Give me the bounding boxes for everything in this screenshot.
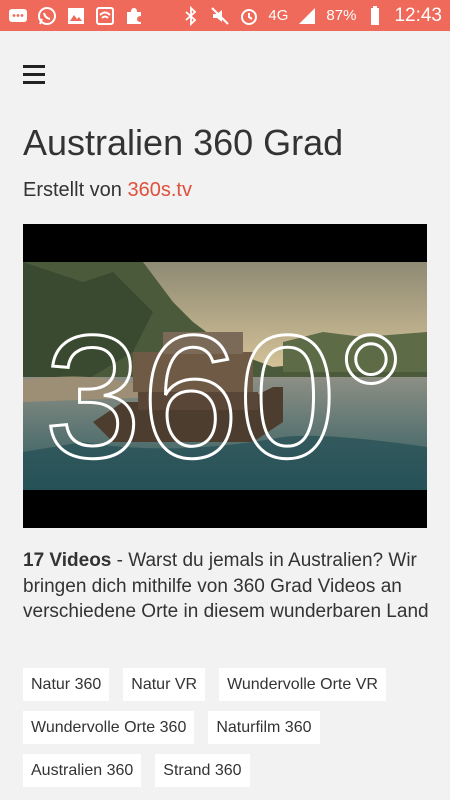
alarm-icon bbox=[241, 8, 258, 25]
tag-list: Natur 360 Natur VR Wundervolle Orte VR Wund… bbox=[23, 668, 443, 787]
creator-link[interactable]: 360s.tv bbox=[127, 179, 191, 201]
system-icons: 4G 87% 12:43 bbox=[181, 5, 442, 27]
tag-chip[interactable]: Wundervolle Orte VR bbox=[219, 668, 386, 701]
video-overlay-360: 360° bbox=[44, 300, 406, 490]
clock: 12:43 bbox=[394, 4, 442, 26]
menu-icon[interactable] bbox=[23, 65, 45, 85]
whatsapp-icon bbox=[38, 6, 56, 25]
tag-chip[interactable]: Australien 360 bbox=[23, 754, 142, 787]
byline: Erstellt von 360s.tv bbox=[23, 179, 192, 202]
mute-icon bbox=[211, 6, 230, 25]
message-icon bbox=[9, 8, 27, 22]
tag-chip[interactable]: Natur VR bbox=[123, 668, 206, 701]
puzzle-icon bbox=[127, 7, 141, 24]
byline-prefix: Erstellt von bbox=[23, 179, 128, 201]
tag-chip[interactable]: Wundervolle Orte 360 bbox=[23, 711, 195, 744]
status-bar: 4G 87% 12:43 bbox=[0, 0, 450, 31]
tag-chip[interactable]: Naturfilm 360 bbox=[208, 711, 320, 744]
wifi-calling-icon bbox=[96, 6, 114, 25]
notification-icons bbox=[8, 6, 144, 26]
bluetooth-icon bbox=[185, 5, 197, 26]
video-scene-image: 360° bbox=[23, 262, 427, 490]
gallery-icon bbox=[68, 7, 84, 24]
battery-percent: 87% bbox=[326, 7, 357, 24]
network-type: 4G bbox=[268, 7, 289, 24]
video-thumbnail[interactable]: 360° bbox=[23, 224, 427, 528]
signal-icon bbox=[299, 7, 316, 24]
playlist-description: 17 Videos - Warst du jemals in Australie… bbox=[23, 548, 433, 625]
tag-chip[interactable]: Strand 360 bbox=[155, 754, 250, 787]
page-title: Australien 360 Grad bbox=[23, 122, 344, 163]
battery-icon bbox=[371, 5, 380, 25]
tag-chip[interactable]: Natur 360 bbox=[23, 668, 110, 701]
description-separator: - bbox=[111, 550, 129, 571]
video-count: 17 Videos bbox=[23, 550, 112, 571]
